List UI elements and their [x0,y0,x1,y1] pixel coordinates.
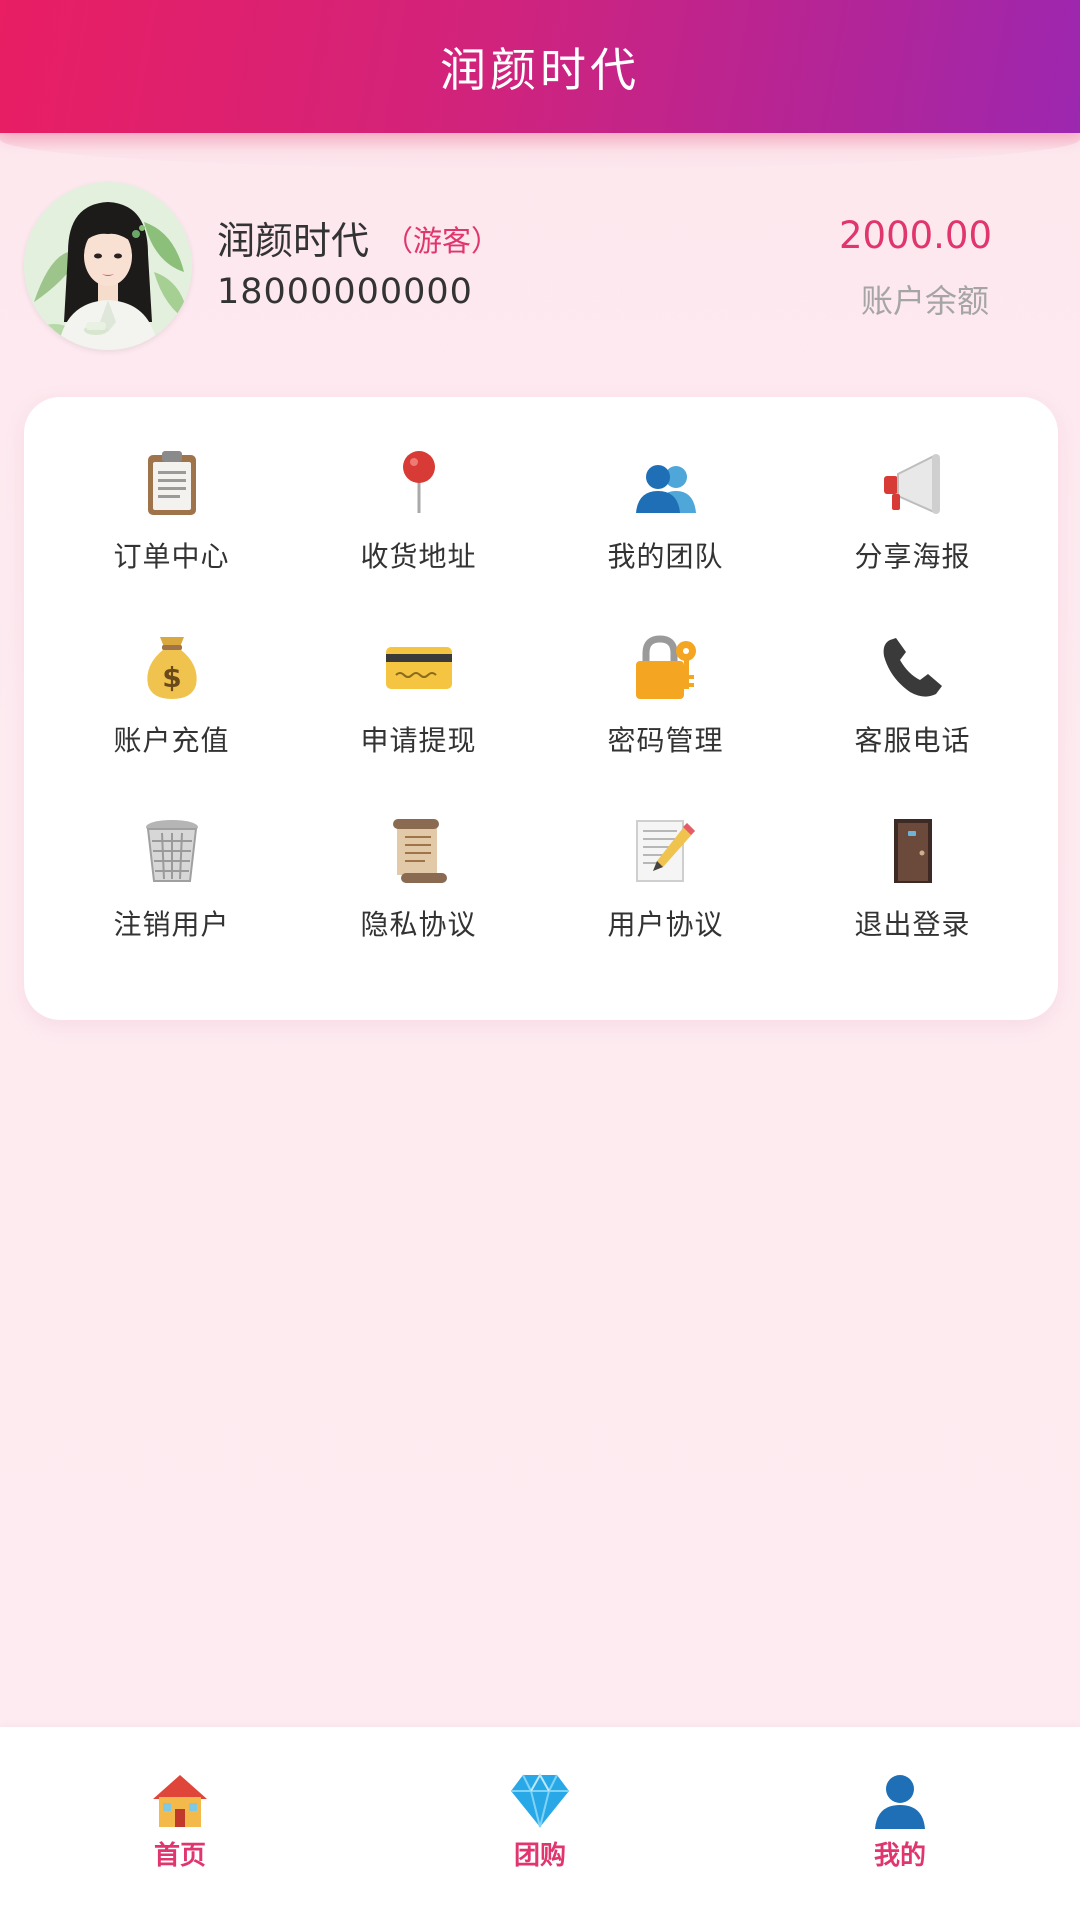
menu-item-withdraw[interactable]: 申请提现 [295,631,542,815]
credit-card-icon [383,631,455,703]
nav-item-label: 团购 [513,1841,566,1871]
menu-item-address[interactable]: 收货地址 [295,447,542,631]
menu-item-customer-service[interactable]: 客服电话 [789,631,1036,815]
team-icon [630,447,702,519]
nav-item-group-buy[interactable]: 团购 [360,1727,720,1920]
menu-item-label: 密码管理 [607,724,724,757]
menu-item-label: 收货地址 [360,540,477,573]
menu-item-label: 隐私协议 [360,908,477,941]
menu-item-password[interactable]: 密码管理 [542,631,789,815]
nav-item-home[interactable]: 首页 [0,1727,360,1920]
avatar[interactable] [24,182,192,350]
bottom-nav: 首页 团购 我的 [0,1727,1080,1920]
user-phone: 18000000000 [217,272,473,312]
menu-grid: 订单中心 收货地址 我的团队 分享海报 $ 账户充值 申请提现 密码管理 客服电… [24,447,1080,999]
nav-item-label: 我的 [873,1841,926,1871]
menu-item-label: 分享海报 [854,540,971,573]
map-pin-icon [383,447,455,519]
menu-card: 订单中心 收货地址 我的团队 分享海报 $ 账户充值 申请提现 密码管理 客服电… [24,397,1058,1020]
menu-item-orders[interactable]: 订单中心 [48,447,295,631]
house-icon [149,1771,211,1829]
clipboard-icon [136,447,208,519]
page-title: 润颜时代 [440,42,640,97]
menu-item-label: 客服电话 [854,724,971,757]
menu-item-deregister[interactable]: 注销用户 [48,815,295,999]
menu-item-label: 订单中心 [113,540,230,573]
menu-item-share-poster[interactable]: 分享海报 [789,447,1036,631]
user-role-badge: （游客） [384,224,501,258]
menu-item-label: 注销用户 [113,908,230,941]
svg-text:$: $ [162,661,181,694]
menu-item-team[interactable]: 我的团队 [542,447,789,631]
menu-item-recharge[interactable]: $ 账户充值 [48,631,295,815]
balance-amount[interactable]: 2000.00 [839,214,992,257]
header-curve [0,133,1080,169]
diamond-icon [509,1771,571,1829]
phone-icon [877,631,949,703]
profile-section: 润颜时代 （游客） 18000000000 2000.00 账户余额 [24,182,1056,352]
nav-item-mine[interactable]: 我的 [720,1727,1080,1920]
menu-item-privacy-policy[interactable]: 隐私协议 [295,815,542,999]
megaphone-icon [877,447,949,519]
menu-item-label: 退出登录 [854,908,971,941]
app-header: 润颜时代 [0,0,1080,133]
menu-item-label: 我的团队 [607,540,724,573]
menu-item-label: 用户协议 [607,908,724,941]
memo-icon [630,815,702,887]
menu-item-label: 账户充值 [113,724,230,757]
scroll-icon [383,815,455,887]
nav-item-label: 首页 [153,1841,206,1871]
menu-item-label: 申请提现 [360,724,477,757]
user-icon [869,1771,931,1829]
door-icon [877,815,949,887]
menu-item-user-agreement[interactable]: 用户协议 [542,815,789,999]
trash-icon [136,815,208,887]
money-bag-icon: $ [136,631,208,703]
balance-label: 账户余额 [860,282,989,320]
menu-item-logout[interactable]: 退出登录 [789,815,1036,999]
user-name: 润颜时代 [217,219,370,263]
lock-key-icon [630,631,702,703]
